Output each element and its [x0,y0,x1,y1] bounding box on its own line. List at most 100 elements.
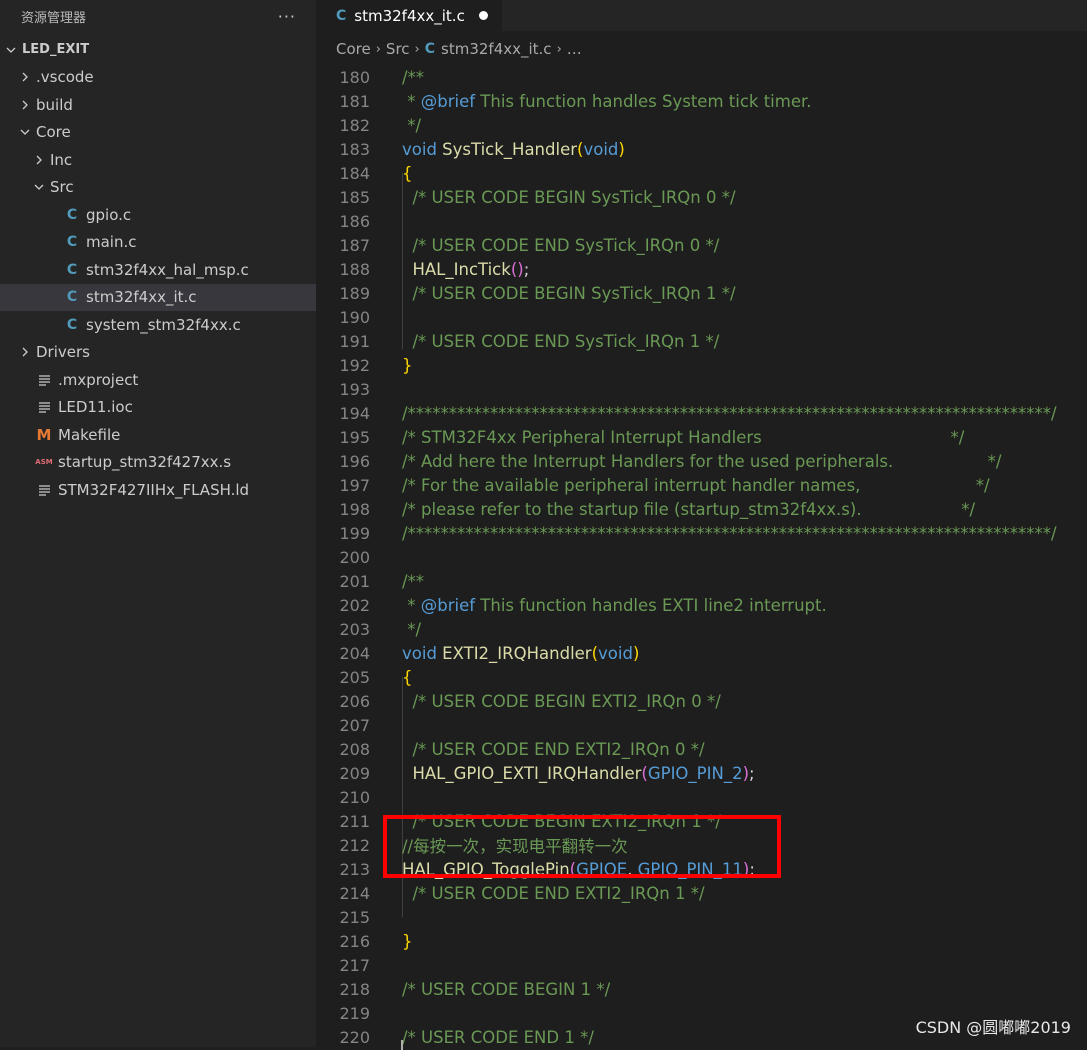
tree-item[interactable]: Csystem_stm32f4xx.c [0,311,316,339]
code-line: 186 [316,209,1087,233]
code-token: */ [402,619,422,639]
code-view[interactable]: 180 /** 181 * @brief This function handles… [316,65,1087,1047]
text-lines-icon [36,401,52,413]
code-text: } [402,932,413,951]
line-number: 194 [339,403,370,423]
code-line: 181 * @brief This function handles Syste… [316,89,1087,113]
tree-item-label: Makefile [58,425,121,444]
code-token: /** [402,67,425,87]
c-file-icon: C [424,41,436,57]
tree-item[interactable]: Core [0,119,316,147]
code-text: HAL_IncTick(); [402,260,529,279]
breadcrumb: Core › Src › C stm32f4xx_it.c › … [316,31,1087,67]
line-number: 210 [339,787,370,807]
tree-item[interactable]: ASM startup_stm32f427xx.s [0,449,316,477]
code-token: */ [402,115,422,135]
code-token: /* Add here the Interrupt Handlers for t… [402,451,1002,471]
code-token: /* For the available peripheral interrup… [402,475,990,495]
tree-item[interactable]: Cstm32f4xx_it.c [0,283,316,311]
code-token: /* please refer to the startup file (sta… [402,499,976,519]
tree-item[interactable]: Src [0,174,316,202]
code-line: 184 { [316,161,1087,185]
explorer-sidebar: 资源管理器 ··· LED_EXIT .vscode build Core Inc Src… [0,0,316,1047]
tree-item[interactable]: STM32F427IIHx_FLASH.ld [0,476,316,504]
breadcrumb-src[interactable]: Src [386,40,410,58]
code-line: 191 /* USER CODE END SysTick_IRQn 1 */ [316,329,1087,353]
watermark: CSDN @圆嘟嘟2019 [915,1018,1071,1037]
code-token: HAL_IncTick [402,259,511,279]
code-text: /** [402,572,424,591]
breadcrumb-file[interactable]: stm32f4xx_it.c [441,40,552,58]
tree-item-label: .vscode [36,68,94,87]
tree-item[interactable]: Drivers [0,339,316,367]
explorer-header: 资源管理器 ··· [0,0,316,32]
tree-item[interactable]: Cmain.c [0,229,316,257]
line-number: 187 [339,235,370,255]
code-text: { [402,164,413,183]
tree-item[interactable]: build [0,91,316,119]
code-token: /* USER CODE END 1 */ [402,1027,594,1047]
code-token: { [402,667,413,687]
code-text: */ [402,116,421,135]
line-number: 206 [339,691,370,711]
line-number: 184 [339,163,370,183]
code-line: 190 [316,305,1087,329]
code-line: 183 void SysTick_Handler(void) [316,137,1087,161]
code-line: 197 /* For the available peripheral inter… [316,473,1087,497]
code-token: @brief [420,595,476,615]
tree-item-label: LED11.ioc [58,398,133,417]
line-number: 198 [339,499,370,519]
code-line: 204 void EXTI2_IRQHandler(void) [316,641,1087,665]
line-number: 183 [339,139,370,159]
line-number: 216 [339,931,370,951]
code-token: ) [632,643,640,663]
line-number: 200 [339,547,370,567]
tree-item[interactable]: LED_EXIT [0,36,316,64]
tree-item[interactable]: LED11.ioc [0,394,316,422]
tree-item-label: build [36,95,73,114]
code-line: 213 HAL_GPIO_TogglePin(GPIOE, GPIO_PIN_11… [316,857,1087,881]
tree-item[interactable]: .vscode [0,64,316,92]
text-cursor [401,1040,403,1050]
chevron-down-icon [18,126,32,138]
breadcrumb-symbol[interactable]: … [567,40,582,58]
code-text: */ [402,620,421,639]
tree-item[interactable]: Inc [0,146,316,174]
line-number: 182 [339,115,370,135]
makefile-icon: M [36,425,52,444]
code-line: 206 /* USER CODE BEGIN EXTI2_IRQn 0 */ [316,689,1087,713]
code-token: , [627,859,638,879]
line-number: 202 [339,595,370,615]
tree-item[interactable]: Cgpio.c [0,201,316,229]
unsaved-dot-icon[interactable] [478,11,488,20]
code-line: 211 /* USER CODE BEGIN EXTI2_IRQn 1 */ [316,809,1087,833]
code-line: 187 /* USER CODE END SysTick_IRQn 0 */ [316,233,1087,257]
code-text: /* Add here the Interrupt Handlers for t… [402,452,1001,471]
tree-item[interactable]: M Makefile [0,421,316,449]
c-file-icon: C [66,289,78,306]
code-text: { [402,668,413,687]
tree-item[interactable]: Cstm32f4xx_hal_msp.c [0,256,316,284]
tab-stm32f4xx-it-c[interactable]: C stm32f4xx_it.c [316,0,502,31]
line-number: 213 [339,859,370,879]
tree-item-label: LED_EXIT [22,42,90,58]
chevron-down-icon [4,44,18,56]
code-text: HAL_GPIO_EXTI_IRQHandler(GPIO_PIN_2); [402,763,754,783]
chevron-right-icon [18,71,32,83]
code-text: /* USER CODE BEGIN EXTI2_IRQn 1 */ [402,812,720,831]
breadcrumb-core[interactable]: Core [336,40,371,58]
code-token: GPIO_PIN_2 [647,763,743,783]
code-token: HAL_GPIO_EXTI_IRQHandler [402,763,642,783]
c-file-icon: C [66,234,78,251]
tree-item-label: STM32F427IIHx_FLASH.ld [58,480,250,499]
chevron-right-icon: › [375,41,381,57]
code-token: /* USER CODE END SysTick_IRQn 0 */ [402,235,720,255]
code-text: * @brief This function handles System ti… [402,92,811,111]
code-text: /* USER CODE END SysTick_IRQn 0 */ [402,236,719,255]
code-token: void [583,139,619,159]
tree-item[interactable]: .mxproject [0,366,316,394]
code-line: 198 /* please refer to the startup file (… [316,497,1087,521]
more-actions-icon[interactable]: ··· [278,7,296,26]
line-number: 203 [339,619,370,639]
code-line: 214 /* USER CODE END EXTI2_IRQn 1 */ [316,881,1087,905]
